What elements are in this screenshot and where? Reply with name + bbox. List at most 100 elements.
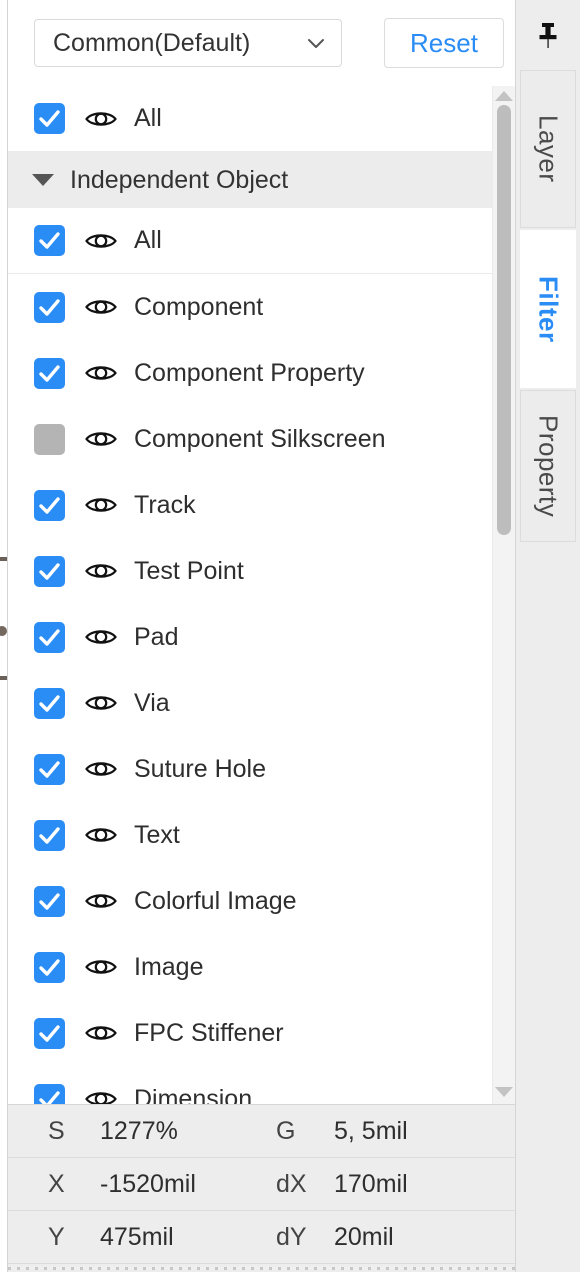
status-key: X <box>48 1169 65 1198</box>
filter-row-label: Colorful Image <box>134 886 297 915</box>
filter-row[interactable]: Track <box>8 472 492 538</box>
filter-toolbar: Common(Default) Reset <box>8 0 515 86</box>
eye-icon[interactable] <box>84 554 118 588</box>
scrollbar-thumb[interactable] <box>497 105 511 535</box>
status-cell-dy: dY 20mil <box>276 1223 394 1252</box>
checkbox-checked[interactable] <box>34 291 65 323</box>
filter-row-label: Suture Hole <box>134 754 267 783</box>
status-value: 170mil <box>334 1169 408 1198</box>
reset-button[interactable]: Reset <box>384 18 504 68</box>
filter-row-label: Text <box>134 820 180 849</box>
eye-icon[interactable] <box>84 290 118 324</box>
status-row: X -1520mil dX 170mil <box>8 1158 515 1211</box>
checkbox-checked[interactable] <box>34 555 65 587</box>
tab-label: Property <box>533 414 564 518</box>
filter-preset-select[interactable]: Common(Default) <box>34 19 342 67</box>
filter-row-label: Image <box>134 952 204 981</box>
status-key: S <box>48 1116 65 1145</box>
checkbox-checked[interactable] <box>34 885 65 917</box>
eye-icon[interactable] <box>84 356 118 390</box>
filter-preset-value: Common(Default) <box>53 28 251 57</box>
checkbox-checked[interactable] <box>34 621 65 653</box>
checkbox-checked[interactable] <box>34 357 65 389</box>
eye-icon[interactable] <box>84 752 118 786</box>
eye-icon[interactable] <box>84 950 118 984</box>
triangle-down-icon <box>32 174 54 186</box>
filter-row[interactable]: Test Point <box>8 538 492 604</box>
eye-icon[interactable] <box>84 818 118 852</box>
checkbox-checked[interactable] <box>34 103 65 134</box>
filter-row-label: Component Silkscreen <box>134 424 386 453</box>
status-key: dX <box>276 1169 307 1198</box>
tab-label: Layer <box>533 115 564 183</box>
filter-row[interactable]: Pad <box>8 604 492 670</box>
filter-row[interactable]: Dimension <box>8 1066 492 1104</box>
filter-row-label: Dimension <box>134 1084 253 1105</box>
eye-icon[interactable] <box>84 1016 118 1050</box>
right-tab-strip: Layer Filter Property <box>515 0 580 1272</box>
filter-group-label: Independent Object <box>70 165 289 194</box>
panel-edge-tick <box>0 676 7 680</box>
status-key: Y <box>48 1222 65 1251</box>
filter-row[interactable]: FPC Stiffener <box>8 1000 492 1066</box>
filter-row-all-top[interactable]: All <box>8 86 492 152</box>
filter-row-label: Test Point <box>134 556 244 585</box>
filter-group-header-independent-object[interactable]: Independent Object <box>8 152 492 208</box>
filter-row[interactable]: Text <box>8 802 492 868</box>
filter-row-label: Component <box>134 292 264 321</box>
filter-list-region: All Independent Object All Component Compo… <box>8 86 515 1104</box>
filter-row[interactable]: Image <box>8 934 492 1000</box>
status-row: Y 475mil dY 20mil <box>8 1211 515 1264</box>
eye-icon[interactable] <box>84 422 118 456</box>
tab-filter[interactable]: Filter <box>520 230 576 388</box>
status-value: -1520mil <box>100 1169 196 1198</box>
checkbox-checked[interactable] <box>34 489 65 521</box>
checkbox-checked[interactable] <box>34 951 65 983</box>
checkbox-checked[interactable] <box>34 687 65 719</box>
status-bar: S 1277% G 5, 5mil X -1520mil dX 170mil Y… <box>8 1104 515 1272</box>
filter-list-scrollbar[interactable] <box>492 86 515 1104</box>
tab-strip-filler <box>516 544 580 1272</box>
filter-list: All Independent Object All Component Compo… <box>8 86 492 1104</box>
filter-row[interactable]: Component Silkscreen <box>8 406 492 472</box>
checkbox-checked[interactable] <box>34 753 65 785</box>
window-resize-grip[interactable] <box>8 1264 515 1272</box>
adjacent-panel-edge <box>0 0 8 1272</box>
status-cell-dx: dX 170mil <box>276 1170 408 1199</box>
status-row: S 1277% G 5, 5mil <box>8 1105 515 1158</box>
checkbox-checked[interactable] <box>34 1017 65 1049</box>
filter-panel: Common(Default) Reset All Independent Ob… <box>8 0 515 1272</box>
filter-row-label: FPC Stiffener <box>134 1018 284 1047</box>
status-cell-grid: G 5, 5mil <box>276 1117 408 1146</box>
status-key: dY <box>276 1222 307 1251</box>
eye-icon[interactable] <box>84 686 118 720</box>
eye-icon[interactable] <box>84 224 118 258</box>
checkbox-checked[interactable] <box>34 819 65 851</box>
eye-icon[interactable] <box>84 884 118 918</box>
filter-row[interactable]: Colorful Image <box>8 868 492 934</box>
panel-edge-tick <box>0 557 7 561</box>
tab-layer[interactable]: Layer <box>520 70 576 228</box>
checkbox-checked[interactable] <box>34 225 65 256</box>
status-key: G <box>276 1116 296 1145</box>
panel-edge-handle[interactable] <box>0 626 7 636</box>
eye-icon[interactable] <box>84 488 118 522</box>
filter-row[interactable]: Suture Hole <box>8 736 492 802</box>
filter-row[interactable]: Component Property <box>8 340 492 406</box>
filter-row[interactable]: Via <box>8 670 492 736</box>
eye-icon[interactable] <box>84 1082 118 1104</box>
filter-row[interactable]: All <box>8 208 492 274</box>
pushpin-icon[interactable] <box>516 0 580 70</box>
tab-property[interactable]: Property <box>520 390 576 542</box>
scroll-down-arrow[interactable] <box>493 1084 515 1100</box>
filter-row[interactable]: Component <box>8 274 492 340</box>
checkbox-checked[interactable] <box>34 1083 65 1104</box>
scroll-up-arrow[interactable] <box>493 88 515 104</box>
status-cell-scale: S 1277% <box>8 1117 276 1146</box>
eye-icon[interactable] <box>84 102 118 136</box>
checkbox-unchecked[interactable] <box>34 423 65 455</box>
eye-icon[interactable] <box>84 620 118 654</box>
filter-row-label: All <box>134 226 162 254</box>
filter-row-label: Track <box>134 490 196 519</box>
filter-row-label: Pad <box>134 622 179 651</box>
